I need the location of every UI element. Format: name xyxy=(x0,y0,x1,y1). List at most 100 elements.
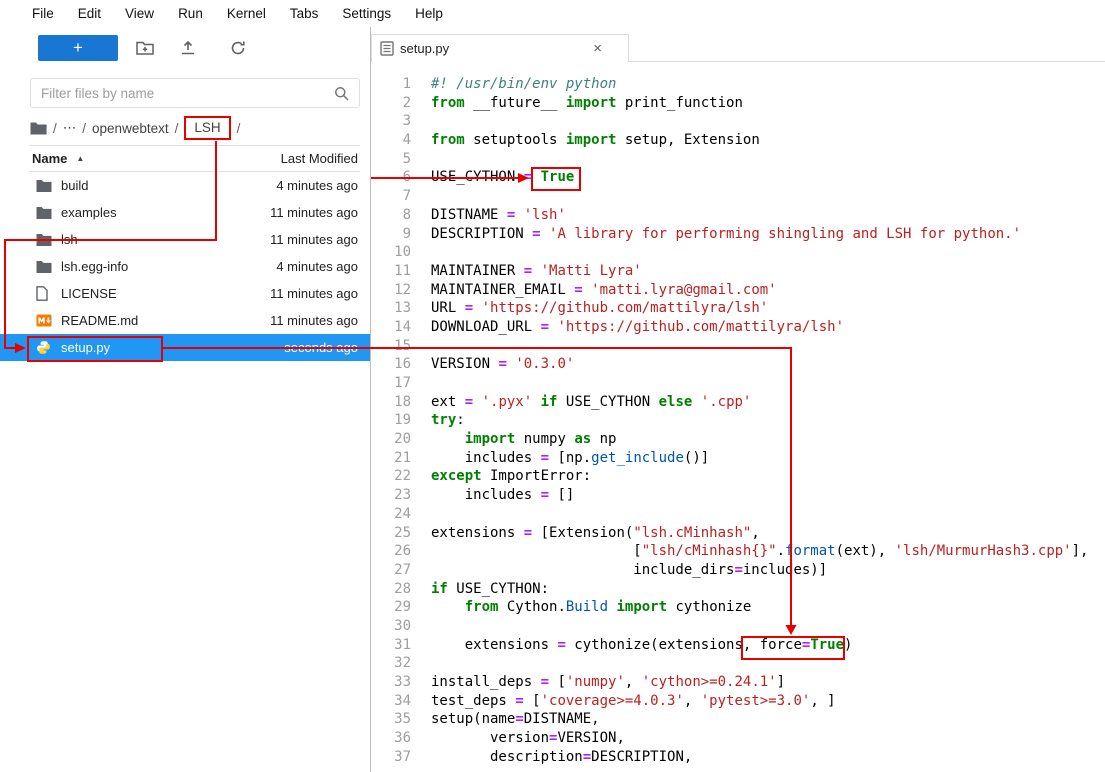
file-icon xyxy=(36,286,53,301)
sort-by-modified-header[interactable]: Last Modified xyxy=(281,151,360,166)
file-row-LICENSE[interactable]: LICENSE11 minutes ago xyxy=(0,280,370,307)
code-text: MAINTAINER_EMAIL = 'matti.lyra@gmail.com… xyxy=(431,282,777,298)
file-browser-toolbar: + xyxy=(30,35,360,61)
breadcrumb-ellipsis[interactable]: ⋯ xyxy=(63,120,77,136)
code-line-18: 18ext = '.pyx' if USE_CYTHON else '.cpp' xyxy=(371,393,1105,412)
line-number: 21 xyxy=(371,449,411,468)
new-folder-icon[interactable] xyxy=(136,39,154,57)
line-number: 33 xyxy=(371,673,411,692)
code-text: URL = 'https://github.com/mattilyra/lsh' xyxy=(431,300,768,316)
line-number: 18 xyxy=(371,393,411,412)
code-text: if USE_CYTHON: xyxy=(431,581,549,597)
code-line-6: 6USE_CYTHON = True xyxy=(371,168,1105,187)
code-text: try: xyxy=(431,412,465,428)
code-editor[interactable]: 1#! /usr/bin/env python2from __future__ … xyxy=(371,62,1105,766)
line-number: 16 xyxy=(371,355,411,374)
breadcrumb-lsh[interactable]: LSH xyxy=(184,116,230,140)
code-text: setup(name=DISTNAME, xyxy=(431,711,600,727)
breadcrumb-openwebtext[interactable]: openwebtext xyxy=(92,121,169,136)
markdown-icon xyxy=(36,314,53,327)
search-icon xyxy=(334,86,349,101)
filter-files-box[interactable] xyxy=(30,78,360,108)
file-row-setup.py[interactable]: setup.pyseconds ago xyxy=(0,334,370,361)
menu-edit[interactable]: Edit xyxy=(66,2,113,25)
code-line-23: 23 includes = [] xyxy=(371,486,1105,505)
code-line-9: 9 DESCRIPTION = 'A library for performing… xyxy=(371,225,1105,244)
text-file-icon xyxy=(380,41,394,56)
new-launcher-button[interactable]: + xyxy=(38,35,118,61)
file-name: lsh.egg-info xyxy=(61,259,276,274)
code-text: DISTNAME = 'lsh' xyxy=(431,207,566,223)
file-name: examples xyxy=(61,205,270,220)
line-number: 7 xyxy=(371,187,411,206)
line-number: 17 xyxy=(371,374,411,393)
code-line-4: 4from setuptools import setup, Extension xyxy=(371,131,1105,150)
tab-setup-py[interactable]: setup.py × xyxy=(371,34,629,62)
code-text: ["lsh/cMinhash{}".format(ext), 'lsh/Murm… xyxy=(431,543,1088,559)
upload-icon[interactable] xyxy=(179,39,197,57)
code-line-24: 24 xyxy=(371,505,1105,524)
home-folder-icon[interactable] xyxy=(30,121,47,135)
file-browser: + / xyxy=(0,27,370,772)
code-text: VERSION = '0.3.0' xyxy=(431,356,574,372)
file-name: build xyxy=(61,178,276,193)
code-text: DOWNLOAD_URL = 'https://github.com/matti… xyxy=(431,319,844,335)
line-number: 25 xyxy=(371,524,411,543)
code-text: install_deps = ['numpy', 'cython>=0.24.1… xyxy=(431,674,785,690)
file-row-examples[interactable]: examples11 minutes ago xyxy=(0,199,370,226)
line-number: 1 xyxy=(371,75,411,94)
file-name: README.md xyxy=(61,313,270,328)
folder-icon xyxy=(36,206,53,219)
code-text: extensions = [Extension("lsh.cMinhash", xyxy=(431,525,760,541)
line-number: 28 xyxy=(371,580,411,599)
menu-help[interactable]: Help xyxy=(403,2,455,25)
code-text: includes = [np.get_include()] xyxy=(431,450,709,466)
line-number: 8 xyxy=(371,206,411,225)
line-number: 2 xyxy=(371,94,411,113)
line-number: 31 xyxy=(371,636,411,655)
file-row-lsh.egg-info[interactable]: lsh.egg-info4 minutes ago xyxy=(0,253,370,280)
menu-view[interactable]: View xyxy=(113,2,166,25)
breadcrumb: / ⋯ / openwebtext / LSH / xyxy=(30,115,240,141)
menu-tabs[interactable]: Tabs xyxy=(278,2,331,25)
code-line-1: 1#! /usr/bin/env python xyxy=(371,75,1105,94)
code-text: DESCRIPTION = 'A library for performing … xyxy=(431,226,1021,242)
file-row-lsh[interactable]: lsh11 minutes ago xyxy=(0,226,370,253)
line-number: 9 xyxy=(371,225,411,244)
file-name: lsh xyxy=(61,232,270,247)
code-line-31: 31 extensions = cythonize(extensions, fo… xyxy=(371,636,1105,655)
line-number: 32 xyxy=(371,654,411,673)
menu-settings[interactable]: Settings xyxy=(330,2,403,25)
editor-panel: setup.py × 1#! /usr/bin/env python2from … xyxy=(370,27,1105,772)
file-row-build[interactable]: build4 minutes ago xyxy=(0,172,370,199)
line-number: 24 xyxy=(371,505,411,524)
last-modified: 11 minutes ago xyxy=(270,205,358,220)
refresh-icon[interactable] xyxy=(229,39,247,57)
file-row-README.md[interactable]: README.md11 minutes ago xyxy=(0,307,370,334)
line-number: 35 xyxy=(371,710,411,729)
line-number: 22 xyxy=(371,467,411,486)
sort-by-name-header[interactable]: Name xyxy=(29,151,67,166)
code-line-37: 37 description=DESCRIPTION, xyxy=(371,748,1105,767)
line-number: 23 xyxy=(371,486,411,505)
last-modified: 11 minutes ago xyxy=(270,232,358,247)
menu-file[interactable]: File xyxy=(20,2,66,25)
line-number: 19 xyxy=(371,411,411,430)
folder-icon xyxy=(36,179,53,192)
code-text: includes = [] xyxy=(431,487,574,503)
code-line-7: 7 xyxy=(371,187,1105,206)
line-number: 10 xyxy=(371,243,411,262)
menu-run[interactable]: Run xyxy=(166,2,215,25)
filter-files-input[interactable] xyxy=(41,86,334,101)
code-line-19: 19 try: xyxy=(371,411,1105,430)
line-number: 34 xyxy=(371,692,411,711)
code-line-35: 35 setup(name=DISTNAME, xyxy=(371,710,1105,729)
menu-kernel[interactable]: Kernel xyxy=(215,2,278,25)
line-number: 37 xyxy=(371,748,411,767)
code-text: from setuptools import setup, Extension xyxy=(431,132,760,148)
code-line-21: 21 includes = [np.get_include()] xyxy=(371,449,1105,468)
close-tab-icon[interactable]: × xyxy=(593,40,602,57)
code-line-12: 12MAINTAINER_EMAIL = 'matti.lyra@gmail.c… xyxy=(371,281,1105,300)
last-modified: 11 minutes ago xyxy=(270,286,358,301)
line-number: 5 xyxy=(371,150,411,169)
